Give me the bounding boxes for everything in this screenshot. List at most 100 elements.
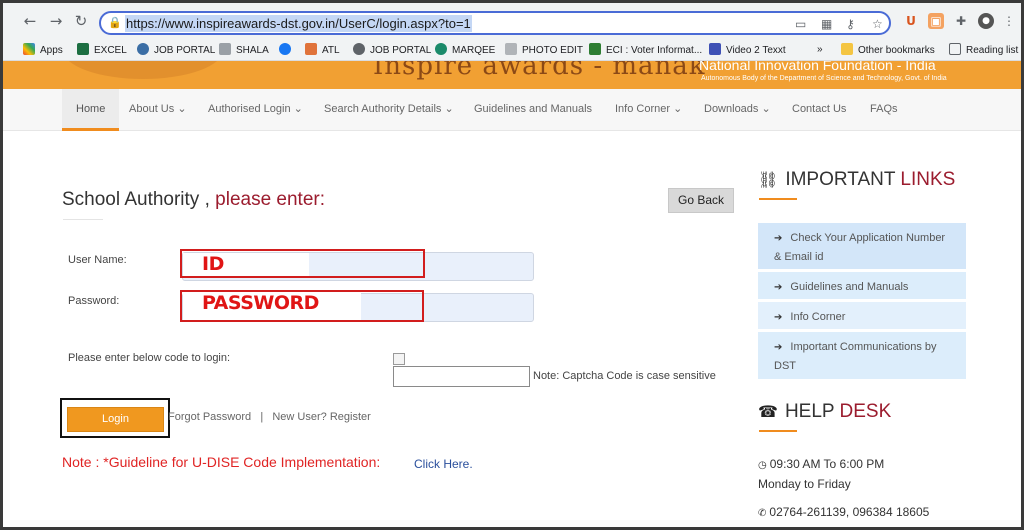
title-divider [63,219,103,220]
arrow-right-icon: ➔ [774,312,783,323]
sidelink-info-corner[interactable]: ➔ Info Corner [758,302,966,329]
sidelink-important-communications[interactable]: ➔ Important Communications by DST [758,332,966,379]
go-back-button[interactable]: Go Back [668,188,734,213]
bookmark-other[interactable]: Other bookmarks [841,43,935,57]
forward-arrow-icon[interactable]: → [47,12,65,30]
help-desk-rule [759,430,797,432]
phone-icon: ☎ [758,402,778,421]
lock-icon: 🔒 [108,16,122,29]
facebook-icon [279,43,291,55]
link-separator: | [260,411,264,423]
shala-icon [219,43,231,55]
key-icon[interactable]: ⚷ [846,17,855,31]
bookmark-job-portal-2[interactable]: JOB PORTAL [353,43,431,57]
nav-home[interactable]: Home [62,89,120,131]
marqee-icon [435,43,447,55]
bookmark-reading-list[interactable]: Reading list [949,43,1018,57]
banner-org: National Innovation Foundation - India [699,61,936,73]
important-links-heading: ⛓ IMPORTANT LINKS [758,169,956,190]
captcha-image-broken-icon [393,353,405,365]
chevron-down-icon: ⌄ [177,103,187,115]
profile-avatar-icon[interactable]: ● [978,13,994,29]
clock-icon: ◷ [758,460,767,471]
reading-list-icon [949,43,961,55]
address-bar[interactable]: 🔒 https://www.inspireawards-dst.gov.in/U… [99,11,891,35]
page-title: School Authority , please enter: [62,189,326,210]
login-button[interactable]: Login [67,407,164,432]
screenshot-frame: ← → ↻ 🔒 https://www.inspireawards-dst.go… [0,0,1024,530]
extensions-puzzle-icon[interactable]: ✚ [953,13,969,29]
globe-icon [353,43,365,55]
nav-info-corner[interactable]: Info Corner ⌄ [615,89,682,131]
help-days: Monday to Friday [758,477,851,491]
photo-edit-icon [505,43,517,55]
username-label: User Name: [68,254,127,266]
bookmark-marqee[interactable]: MARQEE [435,43,495,57]
cast-icon[interactable]: ▭ [795,17,806,31]
arrow-right-icon: ➔ [774,233,783,244]
bookmark-job-portal[interactable]: JOB PORTAL [137,43,215,57]
sidelink-guidelines[interactable]: ➔ Guidelines and Manuals [758,272,966,299]
account-links: Forgot Password | New User? Register [168,411,371,423]
bookmarks-bar: Apps EXCEL JOB PORTAL SHALA ATL JOB PORT… [3,39,1021,61]
important-links-rule [759,198,797,200]
chevron-down-icon: ⌄ [761,103,771,115]
link-chain-icon: ⛓ [758,170,779,189]
address-bar-url[interactable]: https://www.inspireawards-dst.gov.in/Use… [125,15,472,32]
annotation-password-text: PASSWORD [202,292,319,314]
captcha-note: Note: Captcha Code is case sensitive [533,370,716,382]
udise-note: Note : *Guideline for U-DISE Code Implem… [62,454,381,470]
nav-search-authority[interactable]: Search Authority Details ⌄ [324,89,454,131]
password-label: Password: [68,295,120,307]
nav-contact-us[interactable]: Contact Us [792,89,846,131]
back-arrow-icon[interactable]: ← [21,12,39,30]
bookmark-photo-edit[interactable]: PHOTO EDIT [505,43,583,57]
page-scrollbar[interactable] [1011,39,1021,527]
bookmark-shala[interactable]: SHALA [219,43,269,57]
bookmark-apps[interactable]: Apps [23,43,63,57]
bookmark-atl[interactable]: ATL [305,43,340,57]
chevron-down-icon: ⌄ [293,103,303,115]
chevron-down-icon: ⌄ [673,103,683,115]
eci-icon [589,43,601,55]
udise-click-here-link[interactable]: Click Here. [414,457,473,471]
apps-grid-icon [23,43,35,55]
banner-title: Inspire awards - manak [373,61,706,81]
nav-authorised-login[interactable]: Authorised Login ⌄ [208,89,303,131]
reload-icon[interactable]: ↻ [72,12,90,30]
atl-icon [305,43,317,55]
video-text-icon [709,43,721,55]
annotation-id-text: ID [202,253,224,275]
menu-kebab-icon[interactable]: ⋮ [1001,13,1017,29]
banner-logo-shape [63,61,223,79]
main-nav: Home About Us ⌄ Authorised Login ⌄ Searc… [3,89,1021,131]
captcha-input[interactable] [393,366,530,387]
chevron-down-icon: ⌄ [444,103,454,115]
help-desk-heading: ☎ HELP DESK [758,401,892,422]
bookmark-facebook[interactable] [279,43,296,57]
nav-faqs[interactable]: FAQs [870,89,898,131]
arrow-right-icon: ➔ [774,342,783,353]
bookmark-video-2-text[interactable]: Video 2 Texxt [709,43,786,57]
nav-about-us[interactable]: About Us ⌄ [129,89,187,131]
browser-toolbar: ← → ↻ 🔒 https://www.inspireawards-dst.go… [3,3,1021,39]
arrow-right-icon: ➔ [774,282,783,293]
sidelink-check-application[interactable]: ➔ Check Your Application Number & Email i… [758,223,966,269]
bookmark-excel[interactable]: EXCEL [77,43,127,57]
bookmarks-overflow[interactable]: » [817,43,823,57]
help-phone: ✆ 02764-261139, 096384 18605 [758,505,930,519]
bookmark-eci[interactable]: ECI : Voter Informat... [589,43,702,57]
nav-guidelines[interactable]: Guidelines and Manuals [474,89,592,131]
excel-icon [77,43,89,55]
forgot-password-link[interactable]: Forgot Password [168,411,251,423]
register-link[interactable]: New User? Register [272,411,370,423]
site-banner: Inspire awards - manak National Innovati… [3,61,1021,89]
qr-code-icon[interactable]: ▦ [821,17,832,31]
captcha-label: Please enter below code to login: [68,352,231,364]
extension-u-icon[interactable]: U [903,13,919,29]
banner-subtitle: Autonomous Body of the Department of Sci… [701,75,947,82]
bookmark-star-icon[interactable]: ☆ [872,17,883,31]
nav-downloads[interactable]: Downloads ⌄ [704,89,771,131]
phone-icon: ✆ [758,508,767,519]
extension-orange-icon[interactable]: ▣ [928,13,944,29]
